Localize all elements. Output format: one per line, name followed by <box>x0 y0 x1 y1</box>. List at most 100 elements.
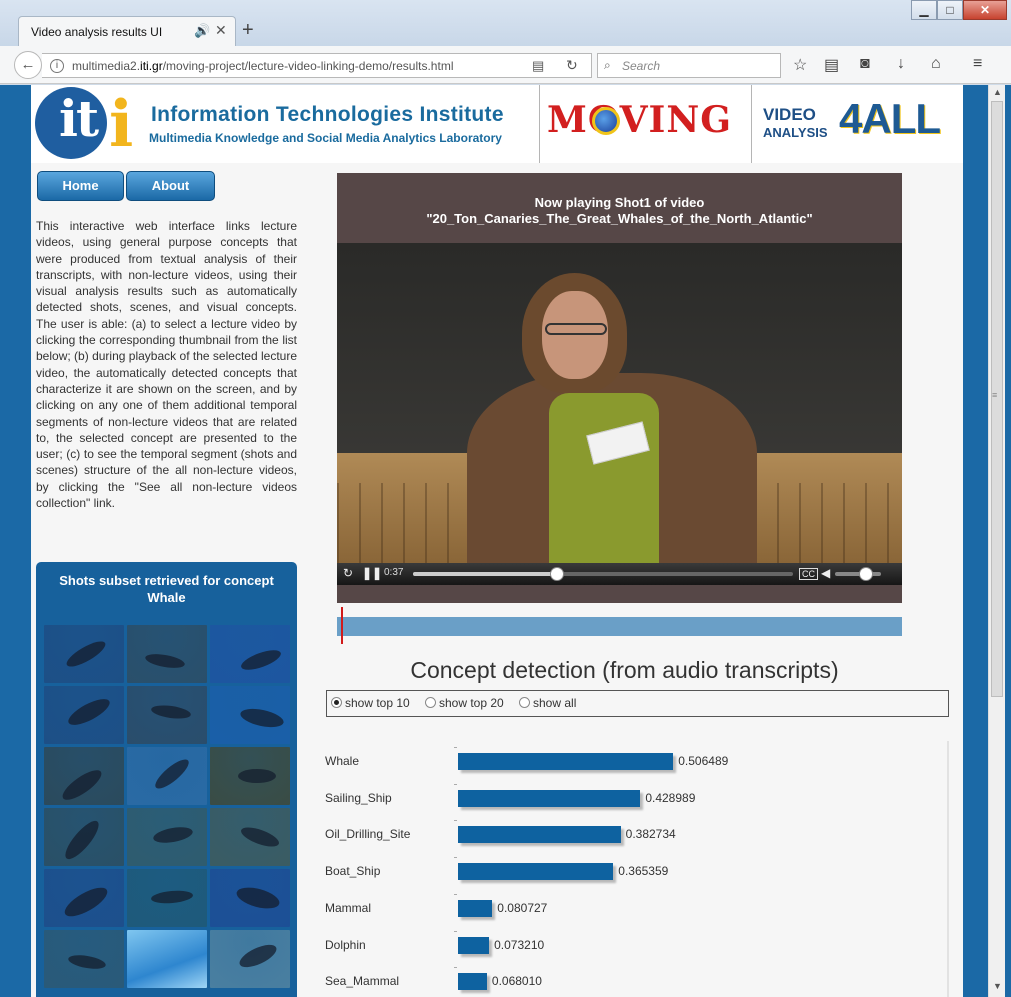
replay-icon[interactable]: ↻ <box>343 566 353 580</box>
shot-thumbnail[interactable] <box>44 625 124 683</box>
url-bar[interactable]: i multimedia2.iti.gr/moving-project/lect… <box>42 53 592 78</box>
chart-row[interactable]: Oil_Drilling_Site 0.382734 <box>321 820 941 844</box>
chart-bar[interactable] <box>458 826 621 844</box>
speaker-icon[interactable]: 🔊 <box>194 23 210 39</box>
shot-thumbnail[interactable] <box>127 808 207 866</box>
radio-show-top-20[interactable]: show top 20 <box>425 696 504 710</box>
reading-list-icon[interactable]: ▤ <box>824 55 839 75</box>
whale-silhouette <box>60 816 104 864</box>
home-button[interactable]: Home <box>37 171 124 201</box>
shots-title-line: Shots subset retrieved for concept <box>59 573 274 588</box>
menu-icon[interactable]: ≡ <box>973 55 982 73</box>
current-time: 0:37 <box>384 567 404 578</box>
chart-border <box>947 741 949 997</box>
chart-row[interactable]: Dolphin 0.073210 <box>321 930 941 955</box>
shot-thumbnail[interactable] <box>127 747 207 805</box>
chart-category-label[interactable]: Whale <box>325 754 359 768</box>
about-button[interactable]: About <box>126 171 215 201</box>
chart-bar[interactable] <box>458 863 614 881</box>
back-arrow-icon[interactable]: ← <box>14 51 42 79</box>
chart-tick <box>454 783 457 785</box>
seek-bar[interactable] <box>413 567 793 581</box>
pause-icon[interactable]: ❚❚ <box>362 566 382 580</box>
header-banner: it i Information Technologies Institute … <box>31 85 963 163</box>
chart-tick <box>454 820 457 822</box>
close-window-button[interactable]: ✕ <box>963 0 1007 20</box>
chart-category-label[interactable]: Dolphin <box>325 938 366 952</box>
shot-thumbnail[interactable] <box>44 930 124 988</box>
home-icon[interactable]: ⌂ <box>931 55 941 73</box>
whale-silhouette <box>152 824 194 846</box>
shot-timeline[interactable] <box>337 617 902 636</box>
chart-value-label: 0.365359 <box>618 864 669 879</box>
chart-category-label[interactable]: Sailing_Ship <box>325 791 392 805</box>
scroll-down-icon[interactable]: ▼ <box>993 981 1002 991</box>
info-icon[interactable]: i <box>50 59 64 73</box>
shot-thumbnail[interactable] <box>44 747 124 805</box>
chart-tick <box>454 930 457 932</box>
chart-category-label[interactable]: Boat_Ship <box>325 864 380 878</box>
chart-category-label[interactable]: Sea_Mammal <box>325 974 399 988</box>
whale-silhouette <box>144 651 186 671</box>
timeline-marker <box>341 607 343 644</box>
chart-row[interactable]: Mammal 0.080727 <box>321 893 941 918</box>
volume-handle[interactable] <box>859 567 873 581</box>
whale-silhouette <box>236 940 280 972</box>
radio-show-top-10[interactable]: show top 10 <box>331 696 410 710</box>
search-input[interactable]: ⌕ Search <box>597 53 781 78</box>
shot-thumbnail[interactable] <box>127 686 207 744</box>
shot-thumbnail[interactable] <box>127 869 207 927</box>
v4a-logo-analysis: ANALYSIS <box>763 125 828 140</box>
shot-thumbnail[interactable] <box>127 625 207 683</box>
volume-slider[interactable] <box>835 572 881 576</box>
browser-tab[interactable]: Video analysis results UI 🔊 ✕ <box>18 16 236 47</box>
chart-category-label[interactable]: Mammal <box>325 901 371 915</box>
radio-label: show top 10 <box>345 696 410 710</box>
reader-view-icon[interactable]: ▤ <box>532 58 544 74</box>
closed-captions-icon[interactable]: CC <box>799 568 818 580</box>
vertical-scrollbar[interactable]: ▲ ≡ ▼ <box>988 85 1005 997</box>
scroll-up-icon[interactable]: ▲ <box>993 87 1002 97</box>
new-tab-button[interactable]: + <box>242 18 254 42</box>
chart-row[interactable]: Sea_Mammal 0.068010 <box>321 967 941 991</box>
shot-thumbnail[interactable] <box>44 686 124 744</box>
whale-silhouette <box>58 765 106 805</box>
download-icon[interactable]: ↓ <box>897 55 905 73</box>
chart-bar[interactable] <box>458 936 490 954</box>
shot-thumbnail[interactable] <box>210 747 290 805</box>
radio-show-all[interactable]: show all <box>519 696 576 710</box>
minimize-button[interactable]: ▁ <box>911 0 937 20</box>
shot-thumbnail[interactable] <box>210 930 290 988</box>
maximize-button[interactable]: □ <box>937 0 963 20</box>
shot-thumbnail[interactable] <box>44 869 124 927</box>
pocket-icon[interactable]: ◙ <box>860 55 870 73</box>
seek-handle[interactable] <box>550 567 565 581</box>
radio-label: show all <box>533 696 577 710</box>
shot-thumbnail[interactable] <box>210 686 290 744</box>
chart-bar[interactable] <box>458 753 674 770</box>
moving-logo: MOVING <box>547 99 732 141</box>
shot-thumbnail[interactable] <box>127 930 207 988</box>
chart-row[interactable]: Boat_Ship 0.365359 <box>321 857 941 881</box>
chart-bar[interactable] <box>458 899 493 917</box>
video-frame[interactable] <box>337 243 902 563</box>
shot-thumbnail[interactable] <box>210 625 290 683</box>
bookmark-star-icon[interactable]: ☆ <box>793 55 807 75</box>
chart-tick <box>454 857 457 859</box>
video-player: Now playing Shot1 of video "20_Ton_Canar… <box>337 173 902 603</box>
shots-panel-title: Shots subset retrieved for concept Whale <box>36 572 297 606</box>
chart-category-label[interactable]: Oil_Drilling_Site <box>325 827 410 841</box>
chart-bar[interactable] <box>458 789 641 807</box>
whale-silhouette <box>238 646 284 674</box>
volume-icon[interactable]: ◀ <box>821 566 830 580</box>
search-placeholder: Search <box>622 59 661 73</box>
chart-row[interactable]: Whale 0.506489 <box>321 747 941 771</box>
shot-thumbnail[interactable] <box>210 869 290 927</box>
whale-silhouette <box>238 769 276 783</box>
chart-row[interactable]: Sailing_Ship 0.428989 <box>321 783 941 808</box>
shot-thumbnail[interactable] <box>44 808 124 866</box>
shot-thumbnail[interactable] <box>210 808 290 866</box>
close-tab-icon[interactable]: ✕ <box>215 22 227 39</box>
reload-icon[interactable]: ↻ <box>566 57 578 74</box>
chart-bar[interactable] <box>458 973 487 991</box>
